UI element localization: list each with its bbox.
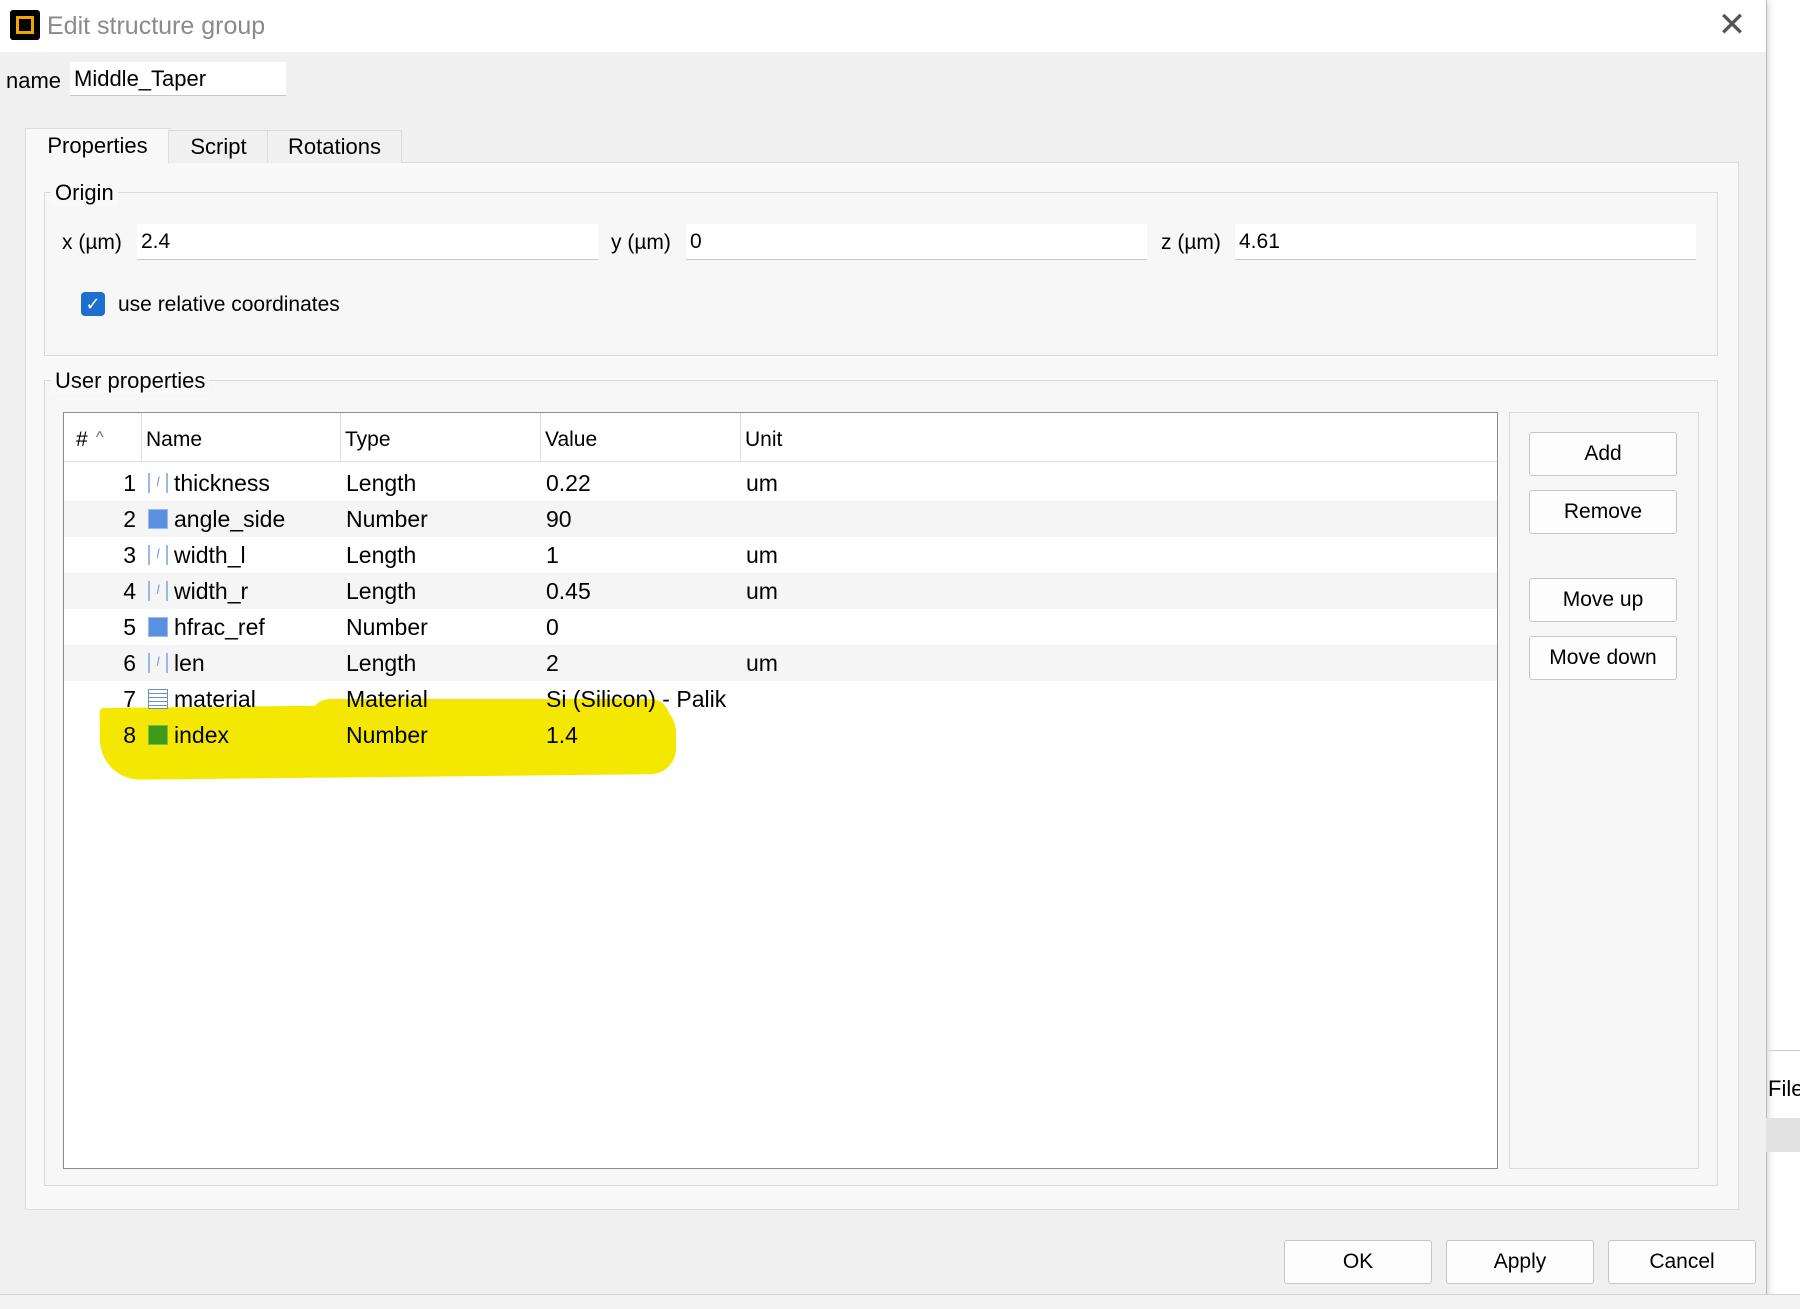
table-row[interactable]: 6 l len Length 2 um [64,645,1497,681]
length-icon: l [148,653,168,673]
property-name: thickness [174,470,270,496]
move-up-button[interactable]: Move up [1529,578,1677,622]
table-row[interactable]: 2 angle_side Number 90 [64,501,1497,537]
apply-button[interactable]: Apply [1446,1240,1594,1284]
property-name: len [174,650,205,676]
cancel-button[interactable]: Cancel [1608,1240,1756,1284]
table-row[interactable]: 8 index Number 1.4 [64,717,1497,753]
length-icon: l [148,473,168,493]
background-file-menu[interactable]: File [1768,1076,1800,1102]
property-type: Length [346,578,417,604]
length-icon: l [148,545,168,565]
property-name: index [174,722,229,748]
title-bar: Edit structure group ✕ [0,0,1766,52]
property-type: Length [346,470,417,496]
row-number: 6 [123,650,136,676]
ok-button[interactable]: OK [1284,1240,1432,1284]
property-type: Number [346,614,428,640]
material-icon [148,689,168,709]
property-unit: um [746,578,778,604]
app-icon [10,10,40,40]
property-unit: um [746,542,778,568]
remove-button[interactable]: Remove [1529,490,1677,534]
name-input[interactable] [70,62,286,96]
property-value: 0.22 [546,470,591,496]
property-unit: um [746,470,778,496]
property-name: width_l [174,542,246,568]
property-name: material [174,686,256,712]
table-row[interactable]: 4 l width_r Length 0.45 um [64,573,1497,609]
property-type: Material [346,686,428,712]
z-input[interactable] [1235,224,1696,260]
property-value: 0 [546,614,559,640]
property-value: 90 [546,506,572,532]
edit-structure-group-dialog: Edit structure group ✕ name Properties S… [0,0,1767,1295]
window-title: Edit structure group [47,12,266,40]
table-row[interactable]: 1 l thickness Length 0.22 um [64,465,1497,501]
x-input[interactable] [137,224,598,260]
table-row[interactable]: 3 l width_l Length 1 um [64,537,1497,573]
property-name: width_r [174,578,249,604]
property-value: 1 [546,542,559,568]
user-properties-group-title: User properties [51,368,210,394]
length-icon: l [148,581,168,601]
number-icon [148,617,168,637]
close-icon[interactable]: ✕ [1712,8,1752,44]
property-name: angle_side [174,506,286,532]
sort-up-icon: ^ [96,429,104,446]
column-header-number[interactable]: ^ # [64,413,142,461]
name-label: name [6,68,62,93]
move-down-button[interactable]: Move down [1529,636,1677,680]
z-label: z (µm) [1161,231,1221,254]
relative-coordinates-checkbox[interactable]: ✓ [81,292,105,316]
origin-group-title: Origin [51,180,118,206]
table-header: ^ # Name Type Value Unit [64,413,1497,462]
background-taskbar-edge [0,1294,1800,1309]
relative-coordinates-label: use relative coordinates [118,293,340,316]
tab-script[interactable]: Script [168,130,269,163]
property-type: Number [346,506,428,532]
origin-group [44,192,1718,356]
property-unit: um [746,650,778,676]
row-number: 7 [123,686,136,712]
row-number: 5 [123,614,136,640]
column-header-number-label: # [76,428,88,451]
property-type: Number [346,722,428,748]
tab-properties[interactable]: Properties [25,128,170,164]
property-type: Length [346,650,417,676]
table-row[interactable]: 5 hfrac_ref Number 0 [64,609,1497,645]
property-name: hfrac_ref [174,614,265,640]
y-label: y (µm) [611,231,671,254]
column-header-name[interactable]: Name [142,413,341,461]
add-button[interactable]: Add [1529,432,1677,476]
column-header-value[interactable]: Value [541,413,741,461]
property-value: 2 [546,650,559,676]
tab-rotations[interactable]: Rotations [267,130,402,163]
y-input[interactable] [686,224,1147,260]
property-value: 1.4 [546,722,578,748]
row-number: 8 [123,722,136,748]
table-row[interactable]: 7 material Material Si (Silicon) - Palik [64,681,1497,717]
column-header-unit[interactable]: Unit [741,413,1497,461]
row-number: 3 [123,542,136,568]
property-value: Si (Silicon) - Palik [546,686,727,712]
property-value: 0.45 [546,578,591,604]
background-toolbar [1766,1118,1800,1152]
row-number: 4 [123,578,136,604]
row-number: 2 [123,506,136,532]
property-type: Length [346,542,417,568]
x-label: x (µm) [62,231,122,254]
user-properties-table: ^ # Name Type Value Unit 1 l thickness L… [63,412,1498,1169]
row-number: 1 [123,470,136,496]
number-icon [148,509,168,529]
background-window-divider [1766,1050,1800,1051]
column-header-type[interactable]: Type [341,413,541,461]
number-icon [148,725,168,745]
